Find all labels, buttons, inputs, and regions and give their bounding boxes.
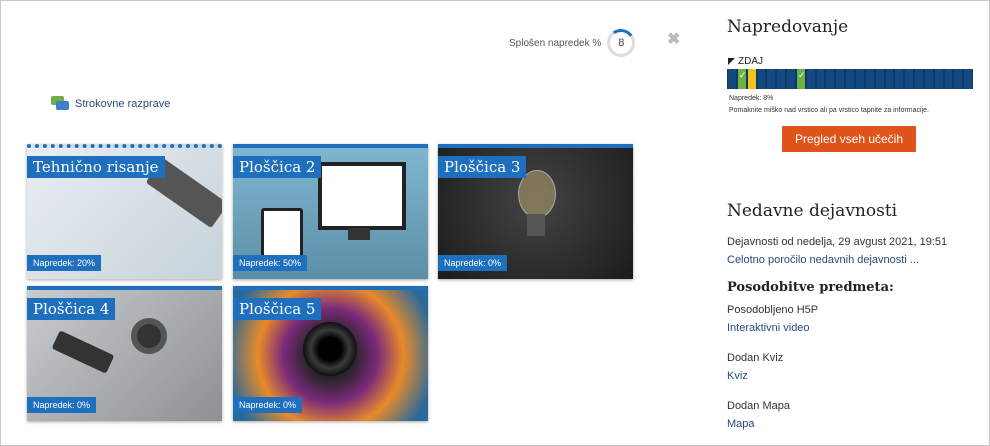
overall-progress: Splošen napredek % 8 bbox=[509, 29, 636, 57]
recent-activity-title: Nedavne dejavnosti bbox=[727, 201, 898, 221]
progress-cell-todo[interactable] bbox=[875, 69, 884, 89]
nut-image bbox=[131, 318, 167, 354]
tile-ploscica-3[interactable]: Ploščica 3 Napredek: 0% bbox=[438, 144, 633, 279]
overall-progress-label: Splošen napredek % bbox=[509, 37, 602, 49]
tile-tehnicno-risanje[interactable]: Tehnično risanje Napredek: 20% bbox=[27, 144, 222, 279]
progress-cell-todo[interactable] bbox=[806, 69, 815, 89]
progress-cell-todo[interactable] bbox=[787, 69, 795, 89]
tile-ploscica-4[interactable]: Ploščica 4 Napredek: 0% bbox=[27, 286, 222, 421]
tile-progress: Napredek: 0% bbox=[233, 397, 303, 413]
progress-cell-todo[interactable] bbox=[728, 69, 736, 89]
progress-cell-todo[interactable] bbox=[816, 69, 825, 89]
progress-cell-done[interactable]: ✓ bbox=[737, 69, 747, 89]
progress-cell-todo[interactable] bbox=[767, 69, 776, 89]
check-icon: ✓ bbox=[797, 70, 806, 80]
progress-cell-todo[interactable] bbox=[934, 69, 943, 89]
tile-progress: Napredek: 50% bbox=[233, 255, 308, 271]
tile-progress: Napredek: 20% bbox=[27, 255, 102, 271]
sidebar: Napredovanje ZDAJ ✓ ✓ Napredek: 8% Pomakn… bbox=[706, 1, 990, 445]
progress-cell-done[interactable]: ✓ bbox=[796, 69, 806, 89]
update-link[interactable]: Interaktivni video bbox=[727, 322, 810, 334]
tile-progress: Napredek: 0% bbox=[27, 397, 97, 413]
tile-title: Tehnično risanje bbox=[27, 156, 165, 178]
close-icon[interactable]: ✖ bbox=[667, 29, 680, 49]
course-updates-title: Posodobitve predmeta: bbox=[727, 280, 894, 295]
progress-cell-todo[interactable] bbox=[915, 69, 923, 89]
activity-since-text: Dejavnosti od nedelja, 29 avgust 2021, 1… bbox=[727, 236, 948, 248]
progress-cell-todo[interactable] bbox=[924, 69, 933, 89]
progress-cell-todo[interactable] bbox=[885, 69, 894, 89]
full-report-link[interactable]: Celotno poročilo nedavnih dejavnosti ... bbox=[727, 254, 919, 266]
update-label: Dodan Mapa bbox=[727, 400, 790, 412]
update-link[interactable]: Mapa bbox=[727, 418, 755, 430]
tablet-image bbox=[261, 208, 303, 258]
tile-title: Ploščica 3 bbox=[438, 156, 527, 178]
progress-cell-todo[interactable] bbox=[757, 69, 766, 89]
tile-ploscica-2[interactable]: Ploščica 2 Napredek: 50% bbox=[233, 144, 428, 279]
tile-title: Ploščica 5 bbox=[233, 298, 322, 320]
progress-cell-todo[interactable] bbox=[846, 69, 854, 89]
now-label: ZDAJ bbox=[738, 56, 763, 67]
progress-cell-todo[interactable] bbox=[826, 69, 835, 89]
progress-text: Napredek: 8% bbox=[729, 95, 774, 102]
monitor-image bbox=[318, 162, 406, 230]
progress-cell-todo[interactable] bbox=[895, 69, 904, 89]
progress-cell-todo[interactable] bbox=[954, 69, 963, 89]
progress-cell-todo[interactable] bbox=[964, 69, 973, 89]
overall-progress-value: 8 bbox=[618, 37, 625, 49]
progress-cell-todo[interactable] bbox=[905, 69, 914, 89]
light-bulb-base-image bbox=[527, 214, 545, 236]
update-label: Posodobljeno H5P bbox=[727, 304, 819, 316]
monitor-stand-image bbox=[348, 228, 370, 240]
bolt-image bbox=[51, 330, 115, 374]
progress-cell-todo[interactable] bbox=[944, 69, 953, 89]
progress-cell-todo[interactable] bbox=[777, 69, 786, 89]
forum-link[interactable]: Strokovne razprave bbox=[51, 96, 170, 112]
progress-bar[interactable]: ✓ ✓ bbox=[727, 69, 973, 89]
forum-label[interactable]: Strokovne razprave bbox=[75, 98, 170, 110]
now-marker: ZDAJ bbox=[728, 56, 763, 67]
progress-cell-todo[interactable] bbox=[855, 69, 864, 89]
overview-learners-button[interactable]: Pregled vseh učečih bbox=[782, 126, 916, 152]
main-region: Splošen napredek % 8 ✖ Strokovne razprav… bbox=[1, 1, 701, 445]
progress-hint: Pomaknite miško nad vrstico ali pa vrsti… bbox=[729, 107, 929, 114]
check-icon: ✓ bbox=[738, 70, 747, 80]
tile-title: Ploščica 4 bbox=[27, 298, 116, 320]
tile-progress: Napredek: 0% bbox=[438, 255, 508, 271]
progress-cell-todo[interactable] bbox=[865, 69, 874, 89]
now-marker-icon bbox=[728, 57, 735, 65]
progress-block-title: Napredovanje bbox=[727, 17, 849, 37]
forum-icon bbox=[51, 96, 69, 112]
tile-ploscica-5[interactable]: Ploščica 5 Napredek: 0% bbox=[233, 286, 428, 421]
update-link[interactable]: Kviz bbox=[727, 370, 748, 382]
progress-cell-warn[interactable] bbox=[747, 69, 756, 89]
progress-cell-todo[interactable] bbox=[836, 69, 845, 89]
overall-progress-ring: 8 bbox=[607, 29, 636, 57]
page-frame: Splošen napredek % 8 ✖ Strokovne razprav… bbox=[0, 0, 990, 446]
update-label: Dodan Kviz bbox=[727, 352, 784, 364]
tile-title: Ploščica 2 bbox=[233, 156, 322, 178]
camera-lens-image bbox=[303, 322, 357, 376]
